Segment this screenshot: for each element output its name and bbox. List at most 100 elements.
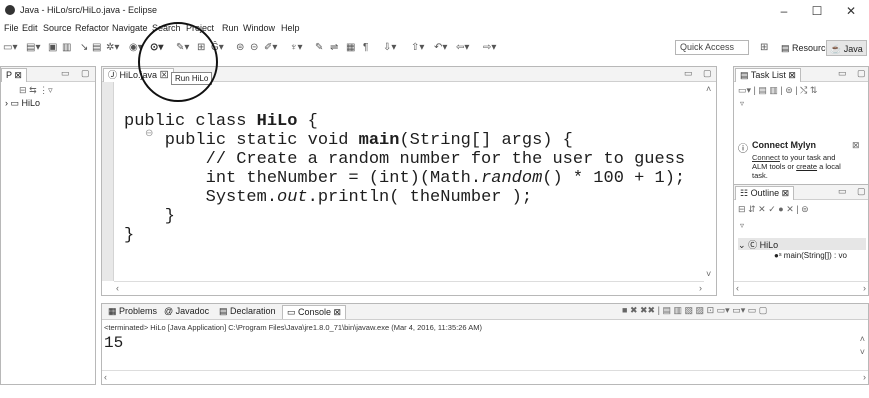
scroll-right-icon[interactable]: › <box>863 283 866 293</box>
word-wrap-icon[interactable]: ▥ <box>673 305 682 315</box>
editor-maximize-icon[interactable]: ▢ <box>703 68 712 79</box>
code-line-2[interactable]: public static void main(String[] args) { <box>124 131 573 150</box>
skip-breakpoints-icon[interactable]: ↘ <box>80 41 88 54</box>
menu-navigate[interactable]: Navigate <box>112 23 148 33</box>
scroll-right-icon[interactable]: › <box>699 283 702 293</box>
outline-tab[interactable]: ☷ Outline ⊠ <box>735 186 795 200</box>
menu-refactor[interactable]: Refactor <box>75 23 109 33</box>
mark-occurrences-icon[interactable]: ✎ <box>315 41 323 54</box>
tab-declaration[interactable]: ▤ Declaration <box>215 305 280 319</box>
tree-item-project[interactable]: › ▭ HiLo <box>5 98 40 109</box>
maximize-icon[interactable]: ▢ <box>81 68 90 79</box>
word-wrap-icon[interactable]: ⇌ <box>330 41 338 54</box>
mylyn-close[interactable]: ⊠ <box>852 140 860 151</box>
code-line-3[interactable]: // Create a random number for the user t… <box>124 150 685 169</box>
save-all-icon[interactable]: ▥ <box>62 41 71 54</box>
last-edit-icon[interactable]: ↶▾ <box>434 41 447 54</box>
scroll-left-icon[interactable]: ‹ <box>104 372 107 382</box>
show-whitespace-icon[interactable]: ¶ <box>363 41 368 54</box>
open-console-icon[interactable]: ▭▾ <box>732 305 745 315</box>
code-line-5[interactable]: System.out.println( theNumber ); <box>124 188 532 207</box>
package-explorer-tab[interactable]: P ⊠ <box>1 68 27 82</box>
hide-nonpublic-icon[interactable]: ● <box>778 204 783 214</box>
block-selection-icon[interactable]: ▦ <box>346 41 355 54</box>
minimize-button[interactable]: – <box>769 2 799 20</box>
save-icon[interactable]: ▣ <box>48 41 57 54</box>
scroll-right-icon[interactable]: › <box>863 372 866 382</box>
hide-fields-icon[interactable]: ✕ <box>758 204 766 214</box>
editor-minimize-icon[interactable]: ▭ <box>684 68 693 79</box>
annotation-icon[interactable]: ♆▾ <box>290 41 303 54</box>
console-minimize-icon[interactable]: ▭ <box>748 305 757 315</box>
task-list-tab[interactable]: ▤ Task List ⊠ <box>735 68 801 82</box>
outline-class-item[interactable]: ⌄ Ⓒ HiLo <box>738 238 866 250</box>
console-scroll-up-icon[interactable]: ˄ <box>860 334 865 344</box>
toggle-icon[interactable]: ▤ <box>92 41 101 54</box>
hide-static-icon[interactable]: ✓ <box>768 204 776 214</box>
code-line-6[interactable]: } <box>124 207 175 226</box>
menu-help[interactable]: Help <box>281 23 300 33</box>
collapse-icon[interactable]: ⊟ <box>738 204 746 214</box>
pin-console-icon[interactable]: ⊡ <box>707 305 715 315</box>
view-menu-icon[interactable]: ▿ <box>740 99 744 108</box>
task-minimize-icon[interactable]: ▭ <box>838 68 847 79</box>
new-task-icon[interactable]: ▭▾ <box>738 85 751 95</box>
task-maximize-icon[interactable]: ▢ <box>857 68 866 79</box>
back-icon[interactable]: ⇦▾ <box>456 41 469 54</box>
new-type-icon[interactable]: ▤▾ <box>26 41 40 54</box>
quick-access-input[interactable]: Quick Access <box>675 40 749 55</box>
view-menu-icon[interactable]: ⋮▿ <box>39 85 53 95</box>
outline-scrollbar[interactable]: ‹ › <box>734 281 868 295</box>
outline-minimize-icon[interactable]: ▭ <box>838 186 847 197</box>
editor-vertical-scrollbar[interactable]: ˄ ˅ <box>704 82 716 281</box>
minimize-icon[interactable]: ▭ <box>61 68 70 79</box>
expand-arrow-icon[interactable]: › <box>5 98 8 108</box>
connect-link[interactable]: Connect <box>752 153 780 162</box>
scroll-left-icon[interactable]: ‹ <box>116 283 119 293</box>
show-stdout-icon[interactable]: ▧ <box>685 305 694 315</box>
scroll-lock-icon[interactable]: ▤ <box>662 305 671 315</box>
tab-console[interactable]: ▭ Console ⊠ <box>282 305 347 319</box>
remove-launch-icon[interactable]: ✖ <box>630 305 638 315</box>
show-stderr-icon[interactable]: ▨ <box>696 305 705 315</box>
sort-icon[interactable]: ⇵ <box>748 204 756 214</box>
maximize-button[interactable]: ☐ <box>802 2 832 20</box>
outline-method-item[interactable]: ●ˢ main(String[]) : vo <box>774 251 847 260</box>
menu-run[interactable]: Run <box>222 23 239 33</box>
console-scrollbar[interactable]: ‹ › <box>102 370 868 384</box>
tab-javadoc[interactable]: @ Javadoc <box>160 305 213 319</box>
scroll-down-icon[interactable]: ˅ <box>706 269 711 279</box>
prev-annotation-icon[interactable]: ⇧▾ <box>411 41 424 54</box>
link-editor-icon[interactable]: ⇆ <box>29 85 37 95</box>
code-line-7[interactable]: } <box>124 226 134 245</box>
open-task-icon[interactable]: ⊝ <box>250 41 258 54</box>
next-annotation-icon[interactable]: ⇩▾ <box>383 41 396 54</box>
java-perspective[interactable]: ☕ Java <box>826 40 867 56</box>
menu-window[interactable]: Window <box>243 23 275 33</box>
synchronize-icon[interactable]: ⇅ <box>810 85 818 95</box>
create-link[interactable]: create <box>796 162 817 171</box>
open-type-icon[interactable]: ⊜ <box>236 41 244 54</box>
terminate-icon[interactable]: ■ <box>622 305 627 315</box>
tab-problems[interactable]: ▦ Problems <box>104 305 161 319</box>
hide-local-icon[interactable]: ✕ <box>786 204 794 214</box>
code-line-4[interactable]: int theNumber = (int)(Math.random() * 10… <box>124 169 686 188</box>
hide-icon[interactable]: ⤭ <box>800 85 807 95</box>
open-perspective-icon[interactable]: ⊞ <box>760 41 768 54</box>
search-icon[interactable]: ✐▾ <box>264 41 277 54</box>
categorize-icon[interactable]: ▥ <box>769 85 778 95</box>
focus-icon[interactable]: ⊜ <box>785 85 793 95</box>
remove-all-icon[interactable]: ✖✖ <box>640 305 655 315</box>
expand-arrow-icon[interactable]: ⌄ <box>738 240 746 250</box>
console-scroll-down-icon[interactable]: ˅ <box>860 347 865 357</box>
console-output[interactable]: 15 <box>104 334 123 353</box>
scroll-up-icon[interactable]: ˄ <box>706 84 711 94</box>
menu-edit[interactable]: Edit <box>22 23 38 33</box>
scroll-left-icon[interactable]: ‹ <box>736 283 739 293</box>
debug-icon[interactable]: ✲▾ <box>106 41 119 54</box>
code-line-1[interactable]: public class HiLo { <box>124 112 318 131</box>
collapse-all-icon[interactable]: ⊟ <box>19 85 27 95</box>
editor-horizontal-scrollbar[interactable]: ‹ › <box>114 281 704 295</box>
filter-icon[interactable]: ▤ <box>758 85 767 95</box>
menu-source[interactable]: Source <box>43 23 72 33</box>
